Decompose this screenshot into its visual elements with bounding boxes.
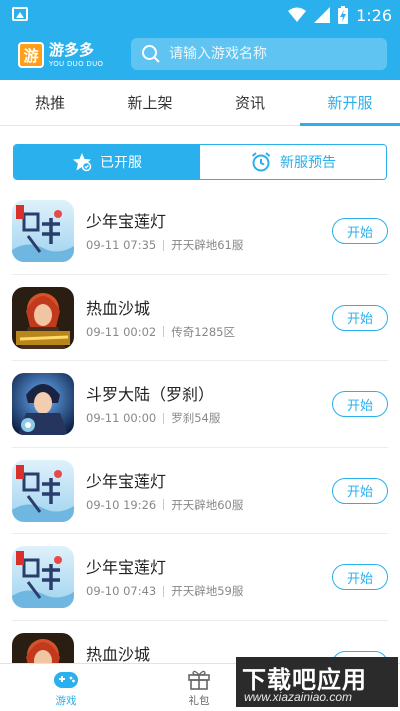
- app-logo[interactable]: 游 游多多 YOU DUO DUO: [18, 38, 118, 72]
- start-button[interactable]: 开始: [332, 218, 388, 244]
- server-name: 罗刹54服: [171, 411, 221, 425]
- star-icon: [73, 153, 92, 172]
- game-meta: 09-10 07:43 开天辟地59服: [86, 583, 243, 599]
- search-icon: [142, 45, 160, 63]
- alarm-clock-icon: [251, 152, 271, 172]
- meta-divider: [163, 412, 165, 424]
- wifi-icon: [288, 7, 307, 22]
- open-time: 09-10 07:43: [86, 584, 157, 598]
- nav-games[interactable]: 游戏: [26, 664, 106, 711]
- watermark-url: www.xiazainiao.com: [244, 690, 353, 704]
- game-name: 热血沙城: [86, 298, 151, 318]
- game-row[interactable]: 少年宝莲灯 09-10 19:26 开天辟地60服 开始: [0, 448, 400, 535]
- image-notification-icon: [12, 7, 28, 21]
- open-time: 09-11 07:35: [86, 238, 157, 252]
- game-name: 少年宝莲灯: [86, 471, 167, 491]
- game-meta: 09-10 19:26 开天辟地60服: [86, 497, 243, 513]
- meta-divider: [163, 499, 165, 510]
- game-name: 少年宝莲灯: [86, 558, 167, 577]
- game-row[interactable]: 少年宝莲灯 09-10 07:43 开天辟地59服 开始: [0, 534, 400, 621]
- status-right: 1:26: [288, 4, 392, 26]
- search-box[interactable]: [131, 38, 387, 70]
- nav-games-label: 游戏: [55, 695, 77, 707]
- server-name: 传奇1285区: [171, 324, 235, 339]
- game-meta: 09-11 00:00 罗刹54服: [86, 410, 220, 426]
- search-input[interactable]: [169, 46, 369, 62]
- server-name: 开天辟地60服: [171, 497, 244, 512]
- tab-hot[interactable]: 热推: [0, 80, 100, 125]
- game-list: 少年宝莲灯 09-11 07:35 开天辟地61服 开始 热血沙城 09-11 00:02…: [0, 188, 400, 707]
- game-row[interactable]: 少年宝莲灯 09-11 07:35 开天辟地61服 开始: [0, 188, 400, 275]
- open-time: 09-11 00:00: [86, 411, 157, 425]
- rexue-icon[interactable]: [12, 286, 74, 349]
- logo-subtitle: YOU DUO DUO: [49, 59, 104, 68]
- game-meta: 09-11 07:35 开天辟地61服: [86, 237, 243, 253]
- segment-opened[interactable]: 已开服: [14, 145, 200, 179]
- game-row[interactable]: 热血沙城 09-11 00:02 传奇1285区 开始: [0, 275, 400, 362]
- gamepad-icon: [54, 672, 78, 688]
- tab-new-servers[interactable]: 新开服: [300, 80, 400, 126]
- signal-icon: [314, 7, 331, 23]
- watermark: 下载吧应用 www.xiazainiao.com: [236, 657, 398, 707]
- app-header: 游 游多多 YOU DUO DUO: [0, 30, 400, 80]
- game-row[interactable]: 斗罗大陆（罗刹） 09-11 00:00 罗刹54服 开始: [0, 361, 400, 448]
- tab-new-arrivals[interactable]: 新上架: [100, 80, 200, 125]
- start-button[interactable]: 开始: [332, 564, 388, 590]
- server-name: 开天辟地61服: [171, 238, 244, 252]
- start-button[interactable]: 开始: [332, 477, 388, 504]
- segment-upcoming[interactable]: 新服预告: [200, 145, 386, 179]
- server-segment-control: 已开服 新服预告: [13, 144, 387, 180]
- baolian-icon[interactable]: [12, 546, 74, 608]
- meta-divider: [163, 585, 165, 597]
- logo-title: 游多多: [49, 40, 95, 59]
- open-time: 09-11 00:02: [86, 324, 157, 339]
- game-name: 斗罗大陆（罗刹）: [86, 385, 215, 404]
- douluo-icon[interactable]: [12, 373, 74, 435]
- game-name: 热血沙城: [86, 644, 151, 664]
- nav-gifts-label: 礼包: [188, 695, 210, 707]
- open-time: 09-10 19:26: [86, 497, 157, 512]
- logo-text: 游多多 YOU DUO DUO: [49, 40, 104, 68]
- game-meta: 09-11 00:02 传奇1285区: [86, 324, 235, 340]
- baolian-icon[interactable]: [12, 459, 74, 522]
- start-button[interactable]: 开始: [332, 391, 388, 417]
- status-bar: 1:26: [0, 0, 400, 30]
- battery-icon: [338, 6, 349, 24]
- tab-news[interactable]: 资讯: [200, 80, 300, 125]
- baolian-icon[interactable]: [12, 200, 74, 262]
- nav-gifts[interactable]: 礼包: [159, 664, 239, 711]
- segment-opened-label: 已开服: [100, 155, 142, 171]
- status-time: 1:26: [356, 5, 392, 25]
- start-button[interactable]: 开始: [332, 304, 388, 331]
- segment-upcoming-label: 新服预告: [280, 155, 336, 171]
- game-name: 少年宝莲灯: [86, 212, 167, 231]
- gift-icon: [188, 670, 210, 690]
- tab-bar: 热推 新上架 资讯 新开服: [0, 80, 400, 126]
- meta-divider: [163, 239, 165, 251]
- logo-badge: 游: [18, 42, 44, 68]
- server-name: 开天辟地59服: [171, 584, 244, 598]
- meta-divider: [163, 326, 165, 337]
